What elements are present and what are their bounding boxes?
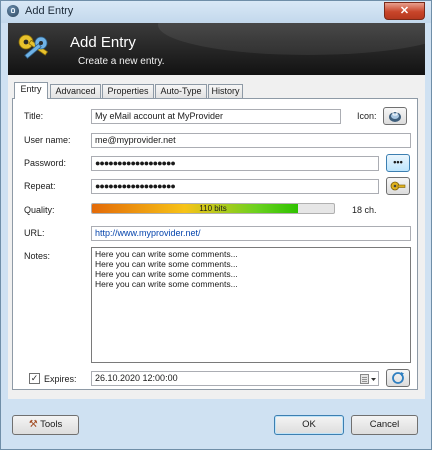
notes-line: Here you can write some comments...: [95, 269, 238, 279]
tab-auto-type[interactable]: Auto-Type: [155, 84, 207, 98]
lock-icon: [389, 110, 401, 122]
lock-icon: [7, 5, 19, 17]
icon-picker-button[interactable]: [383, 107, 407, 125]
notes-label: Notes:: [24, 251, 51, 261]
tools-button[interactable]: ⚒ Tools: [12, 415, 79, 435]
tools-button-label: Tools: [40, 419, 63, 430]
generate-password-button[interactable]: [386, 177, 410, 195]
show-password-button[interactable]: •••: [386, 154, 410, 172]
close-button[interactable]: ✕: [384, 2, 425, 20]
expires-date-field[interactable]: 26.10.2020 12:00:00: [91, 371, 379, 386]
entry-tab-page: Title: My eMail account at MyProvider Ic…: [12, 98, 418, 390]
url-label: URL:: [24, 228, 45, 238]
add-entry-window: Add Entry ✕ Add Entry Create a new entry…: [0, 0, 432, 450]
keys-icon: [18, 34, 49, 59]
cancel-button[interactable]: Cancel: [351, 415, 418, 435]
tab-properties[interactable]: Properties: [102, 84, 154, 98]
window-title: Add Entry: [25, 5, 74, 17]
tab-entry[interactable]: Entry: [14, 82, 48, 99]
tab-advanced[interactable]: Advanced: [50, 84, 101, 98]
icon-label: Icon:: [357, 111, 377, 121]
password-length: 18 ch.: [352, 205, 377, 215]
username-field[interactable]: me@myprovider.net: [91, 133, 411, 148]
username-label: User name:: [24, 135, 71, 145]
repeat-password-field[interactable]: ●●●●●●●●●●●●●●●●●●: [91, 179, 379, 194]
notes-line: Here you can write some comments...: [95, 249, 238, 259]
title-label: Title:: [24, 111, 44, 121]
tab-history[interactable]: History: [208, 84, 243, 98]
ok-button[interactable]: OK: [274, 415, 344, 435]
expires-label: Expires:: [44, 374, 77, 384]
banner-title: Add Entry: [70, 34, 136, 51]
header-banner: Add Entry Create a new entry.: [8, 23, 425, 75]
quality-label: Quality:: [24, 205, 55, 215]
notes-textarea[interactable]: Here you can write some comments... Here…: [91, 247, 411, 363]
key-icon: [390, 181, 406, 191]
password-label: Password:: [24, 158, 67, 168]
date-picker-icon[interactable]: [360, 374, 377, 384]
password-field[interactable]: ●●●●●●●●●●●●●●●●●●: [91, 156, 379, 171]
refresh-icon: [392, 372, 404, 384]
tools-icon: ⚒: [28, 419, 38, 430]
repeat-label: Repeat:: [24, 181, 56, 191]
banner-subtitle: Create a new entry.: [78, 56, 165, 67]
url-field[interactable]: http://www.myprovider.net/: [91, 226, 411, 241]
expiry-presets-button[interactable]: [386, 369, 410, 387]
banner-decoration: [158, 23, 425, 55]
quality-bits: 110 bits: [199, 204, 227, 213]
dialog-body: Entry Advanced Properties Auto-Type Hist…: [8, 75, 425, 399]
notes-line: Here you can write some comments...: [95, 259, 238, 269]
quality-bar: 110 bits: [91, 203, 335, 214]
title-bar: Add Entry ✕: [1, 1, 431, 23]
title-field[interactable]: My eMail account at MyProvider: [91, 109, 341, 124]
expires-checkbox[interactable]: ✓: [29, 373, 40, 384]
notes-line: Here you can write some comments...: [95, 279, 238, 289]
